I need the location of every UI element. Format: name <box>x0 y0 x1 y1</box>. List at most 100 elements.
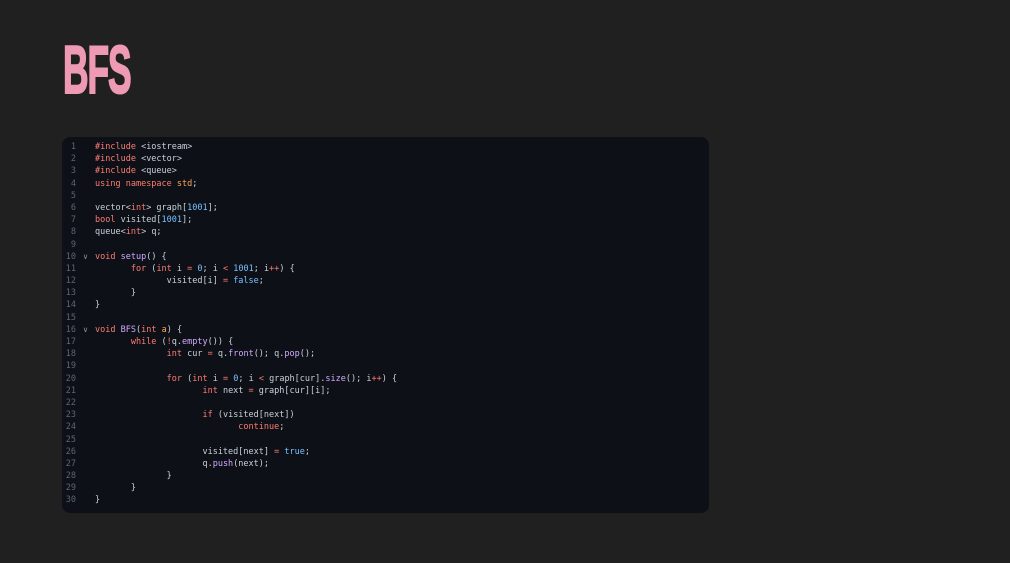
fold-gutter-spacer <box>76 397 95 409</box>
code-text: #include <iostream> <box>95 142 193 152</box>
code-text: int next = graph[cur][i]; <box>202 385 331 396</box>
code-line: 18 int cur = q.front(); q.pop(); <box>62 348 709 360</box>
code-line: 20 for (int i = 0; i < graph[cur].size()… <box>62 373 709 385</box>
line-number: 17 <box>65 337 76 347</box>
code-text: visited[next] = true; <box>95 446 310 457</box>
line-number: 22 <box>65 397 76 408</box>
code-line: 8 queue<int> q; <box>62 226 709 238</box>
code-lines: 1 #include <iostream> 2 #include <vector> 3 #… <box>62 141 709 507</box>
code-line: 3 #include <queue> <box>62 165 709 177</box>
line-number: 9 <box>70 239 76 250</box>
fold-gutter-spacer <box>76 409 95 421</box>
fold-chevron-icon[interactable]: ∨ <box>76 251 95 263</box>
code-text: while (!q.empty()) { <box>130 337 234 347</box>
code-text: for (int i = 0; i < graph[cur].size(); i… <box>166 373 398 384</box>
fold-gutter-spacer <box>76 239 95 251</box>
code-line: 11 for (int i = 0; i < 1001; i++) { <box>62 263 709 275</box>
code-line: 13 } <box>62 287 709 299</box>
fold-gutter-spacer <box>76 141 95 153</box>
code-text: } <box>95 495 101 506</box>
fold-gutter-spacer <box>76 202 95 214</box>
code-line: 4 using namespace std; <box>62 178 709 190</box>
code-text: } <box>95 483 136 494</box>
code-line: 10 ∨ void setup() { <box>62 251 709 263</box>
line-number: 16 <box>65 324 76 335</box>
line-number: 26 <box>65 446 76 457</box>
line-number: 7 <box>70 215 76 226</box>
line-number: 10 <box>65 251 76 262</box>
fold-gutter-spacer <box>76 482 95 494</box>
line-number: 29 <box>65 483 76 494</box>
code-line: 17 while (!q.empty()) { <box>62 336 709 348</box>
fold-gutter-spacer <box>76 336 95 348</box>
line-number: 13 <box>65 288 76 299</box>
code-line: 6 vector<int> graph[1001]; <box>62 202 709 214</box>
line-number: 8 <box>70 227 76 238</box>
code-text: visited[i] = false; <box>95 276 264 287</box>
code-line: 1 #include <iostream> <box>62 141 709 153</box>
line-number: 5 <box>70 190 76 201</box>
fold-gutter-spacer <box>76 165 95 177</box>
line-number: 2 <box>70 154 76 165</box>
line-number: 19 <box>65 361 76 372</box>
fold-chevron-icon[interactable]: ∨ <box>76 324 95 336</box>
fold-gutter-spacer <box>76 446 95 458</box>
code-text: for (int i = 0; i < 1001; i++) { <box>130 263 295 274</box>
line-number: 4 <box>70 178 76 189</box>
code-line: 27 q.push(next); <box>62 458 709 470</box>
code-line: 12 visited[i] = false; <box>62 275 709 287</box>
fold-gutter-spacer <box>76 263 95 275</box>
code-line: 5 <box>62 190 709 202</box>
fold-gutter-spacer <box>76 434 95 446</box>
code-line: 19 <box>62 360 709 372</box>
fold-gutter-spacer <box>76 312 95 324</box>
line-number: 27 <box>65 458 76 469</box>
fold-gutter-spacer <box>76 190 95 202</box>
code-text: if (visited[next]) <box>202 410 295 421</box>
line-number: 30 <box>65 495 76 506</box>
line-number: 24 <box>65 422 76 433</box>
code-text: bool visited[1001]; <box>95 215 193 226</box>
line-number: 21 <box>65 385 76 396</box>
code-line: 22 <box>62 397 709 409</box>
code-line: 21 int next = graph[cur][i]; <box>62 385 709 397</box>
fold-gutter-spacer <box>76 494 95 506</box>
fold-gutter-spacer <box>76 348 95 360</box>
code-line: 26 visited[next] = true; <box>62 446 709 458</box>
line-number: 20 <box>65 373 76 384</box>
fold-gutter-spacer <box>76 421 95 433</box>
code-text: vector<int> graph[1001]; <box>95 202 218 213</box>
code-text: queue<int> q; <box>95 227 162 238</box>
code-text: continue; <box>238 422 285 433</box>
line-number: 11 <box>65 263 76 274</box>
line-number: 6 <box>70 202 76 213</box>
code-line: 7 bool visited[1001]; <box>62 214 709 226</box>
code-text: q.push(next); <box>95 458 270 469</box>
fold-gutter-spacer <box>76 299 95 311</box>
line-number: 14 <box>65 300 76 311</box>
code-line: 9 <box>62 239 709 251</box>
code-line: 30} <box>62 494 709 506</box>
fold-gutter-spacer <box>76 287 95 299</box>
line-number: 25 <box>65 434 76 445</box>
line-number: 12 <box>65 276 76 287</box>
fold-gutter-spacer <box>76 385 95 397</box>
fold-gutter-spacer <box>76 275 95 287</box>
code-line: 16 ∨ void BFS(int a) { <box>62 324 709 336</box>
code-text: #include <queue> <box>95 166 177 177</box>
code-text: } <box>95 288 136 299</box>
code-line: 15 <box>62 312 709 324</box>
code-text: void setup() { <box>95 251 167 262</box>
code-text: #include <vector> <box>95 154 183 165</box>
code-text: } <box>95 471 172 482</box>
fold-gutter-spacer <box>76 226 95 238</box>
line-number: 15 <box>65 312 76 323</box>
code-line: 2 #include <vector> <box>62 153 709 165</box>
line-number: 18 <box>65 349 76 360</box>
code-editor: 1 #include <iostream> 2 #include <vector> 3 #… <box>62 137 709 513</box>
code-text: void BFS(int a) { <box>95 324 183 335</box>
